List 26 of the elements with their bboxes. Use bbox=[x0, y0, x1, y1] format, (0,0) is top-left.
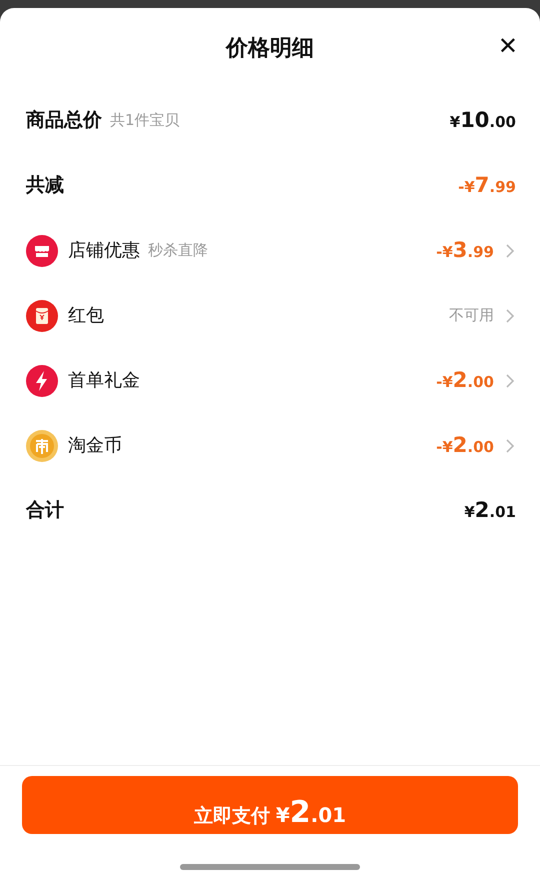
chevron-right-icon[interactable] bbox=[504, 242, 516, 258]
chevron-right-icon[interactable] bbox=[504, 372, 516, 388]
chevron-right-icon[interactable] bbox=[504, 308, 516, 324]
price-amount: -¥7.99 bbox=[458, 172, 516, 199]
row-note: 共1件宝贝 bbox=[110, 110, 180, 132]
close-button[interactable]: ✕ bbox=[498, 34, 518, 58]
price-amount: ¥2.01 bbox=[464, 496, 516, 524]
row-label: 商品总价 bbox=[26, 108, 102, 134]
sheet-title: 价格明细 bbox=[226, 34, 314, 62]
price-amount: ¥10.00 bbox=[450, 106, 516, 134]
chevron-right-icon[interactable] bbox=[504, 438, 516, 454]
coin-icon bbox=[26, 430, 58, 462]
lightning-icon bbox=[26, 364, 58, 396]
status-text: 不可用 bbox=[449, 305, 494, 326]
price-amount: -¥3.99 bbox=[436, 236, 494, 264]
envelope-icon bbox=[26, 300, 58, 332]
shop-icon bbox=[26, 234, 58, 266]
row-label: 店铺优惠 bbox=[68, 239, 140, 263]
row-label: 合计 bbox=[26, 498, 64, 524]
row-label: 淘金币 bbox=[68, 434, 122, 458]
price-amount: -¥2.00 bbox=[436, 366, 494, 394]
row-label: 红包 bbox=[68, 304, 104, 328]
row-note: 秒杀直降 bbox=[148, 240, 208, 262]
price-amount: -¥2.00 bbox=[436, 432, 494, 459]
row-label: 共减 bbox=[26, 173, 64, 198]
row-label: 首单礼金 bbox=[68, 369, 140, 393]
